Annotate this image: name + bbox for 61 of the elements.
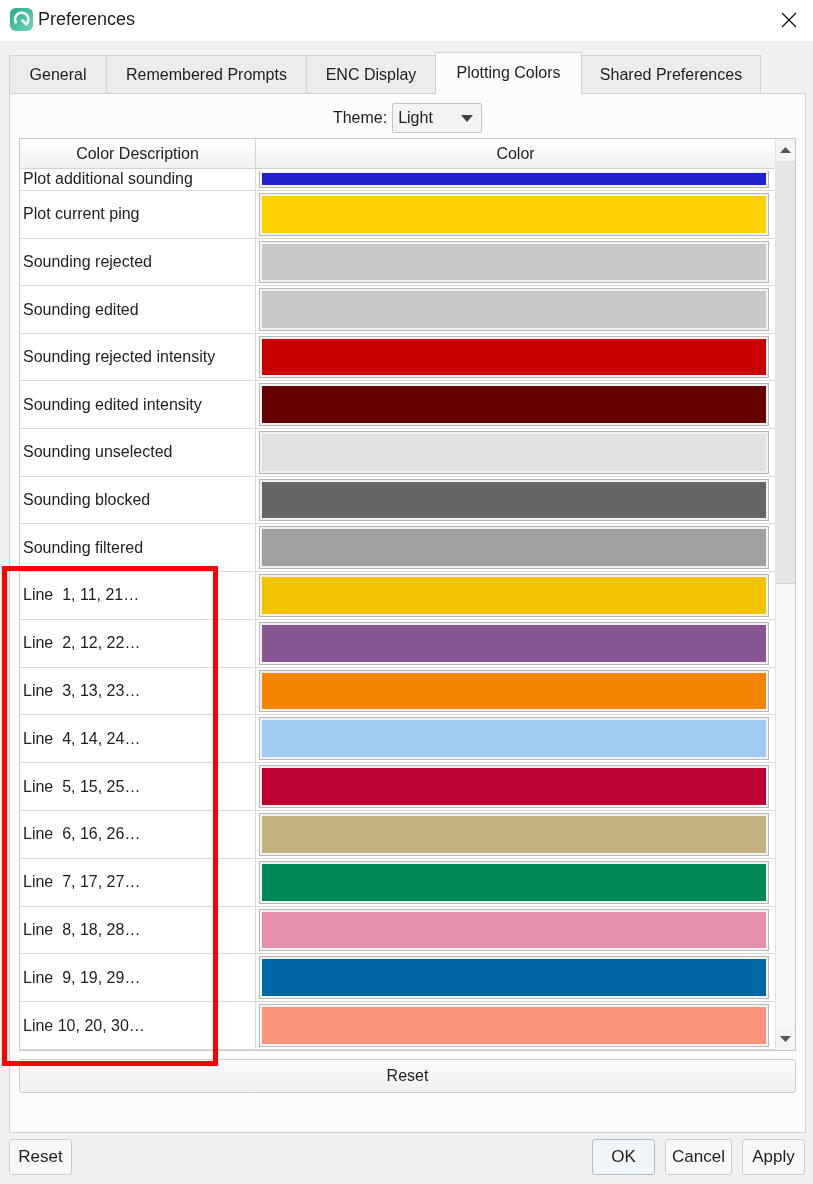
color-description-cell: Line 3, 13, 23…: [20, 667, 256, 715]
tab[interactable]: Shared Preferences: [581, 55, 761, 93]
color-swatch[interactable]: [259, 574, 769, 617]
color-swatch[interactable]: [259, 431, 769, 474]
color-swatch[interactable]: [259, 240, 769, 284]
triangle-up-icon: [780, 147, 791, 153]
color-description-cell: Line 8, 18, 28…: [20, 906, 256, 954]
color-description-cell: Sounding filtered: [20, 524, 256, 572]
triangle-down-icon: [780, 1036, 791, 1042]
color-swatch[interactable]: [259, 621, 769, 665]
color-description-cell: Line 6, 16, 26…: [20, 811, 256, 858]
color-description-cell: Line 7, 17, 27…: [20, 858, 256, 906]
color-description-cell: Sounding edited intensity: [20, 381, 256, 429]
color-swatch[interactable]: [259, 526, 769, 570]
scrollbar-thumb[interactable]: [776, 161, 795, 584]
color-swatch[interactable]: [259, 478, 769, 522]
color-swatch[interactable]: [259, 1004, 769, 1047]
tab[interactable]: ENC Display: [306, 55, 436, 93]
theme-label: Theme:: [332, 109, 388, 127]
color-description-cell: Plot additional sounding: [20, 169, 256, 190]
close-icon[interactable]: [781, 11, 797, 28]
scroll-up-button[interactable]: [776, 139, 795, 161]
color-swatch[interactable]: [259, 669, 769, 713]
color-description-cell: Sounding unselected: [20, 429, 256, 476]
dialog-button[interactable]: OK: [592, 1139, 656, 1175]
color-description-cell: Sounding rejected intensity: [20, 333, 256, 381]
color-swatch[interactable]: [259, 171, 769, 188]
tab[interactable]: Plotting Colors: [435, 52, 582, 94]
color-swatch[interactable]: [259, 908, 769, 952]
color-description-cell: Plot current ping: [20, 190, 256, 238]
color-description-cell: Sounding rejected: [20, 238, 256, 286]
color-swatch[interactable]: [259, 335, 769, 379]
app-logo-icon: [10, 8, 33, 31]
reset-button[interactable]: Reset: [9, 1139, 72, 1175]
color-swatch[interactable]: [259, 717, 769, 761]
color-description-cell: Line 4, 14, 24…: [20, 715, 256, 763]
column-header[interactable]: Color Description: [20, 139, 256, 168]
color-description-cell: Sounding edited: [20, 286, 256, 333]
color-swatch[interactable]: [259, 288, 769, 331]
color-description-cell: Line 1, 11, 21…: [20, 572, 256, 619]
color-description-cell: Line 5, 15, 25…: [20, 763, 256, 811]
window-title: Preferences: [38, 9, 136, 30]
color-swatch[interactable]: [259, 813, 769, 856]
color-swatch[interactable]: [259, 956, 769, 1000]
tab[interactable]: General: [9, 55, 107, 93]
color-swatch[interactable]: [259, 765, 769, 809]
column-header[interactable]: Color: [256, 139, 775, 168]
color-swatch[interactable]: [259, 192, 769, 236]
color-swatch[interactable]: [259, 860, 769, 904]
theme-dropdown[interactable]: Light: [392, 103, 483, 133]
color-description-cell: Line 2, 12, 22…: [20, 619, 256, 667]
scroll-down-button[interactable]: [776, 1028, 795, 1050]
caret-down-icon: [461, 114, 474, 122]
dialog-button[interactable]: Cancel: [665, 1139, 732, 1175]
dialog-button[interactable]: Apply: [742, 1139, 805, 1175]
tab[interactable]: Remembered Prompts: [106, 55, 307, 93]
color-description-cell: Line 10, 20, 30…: [20, 1002, 256, 1049]
color-swatch[interactable]: [259, 383, 769, 427]
color-description-cell: Line 9, 19, 29…: [20, 954, 256, 1002]
reset-colors-button[interactable]: Reset: [19, 1059, 796, 1093]
color-description-cell: Sounding blocked: [20, 476, 256, 524]
